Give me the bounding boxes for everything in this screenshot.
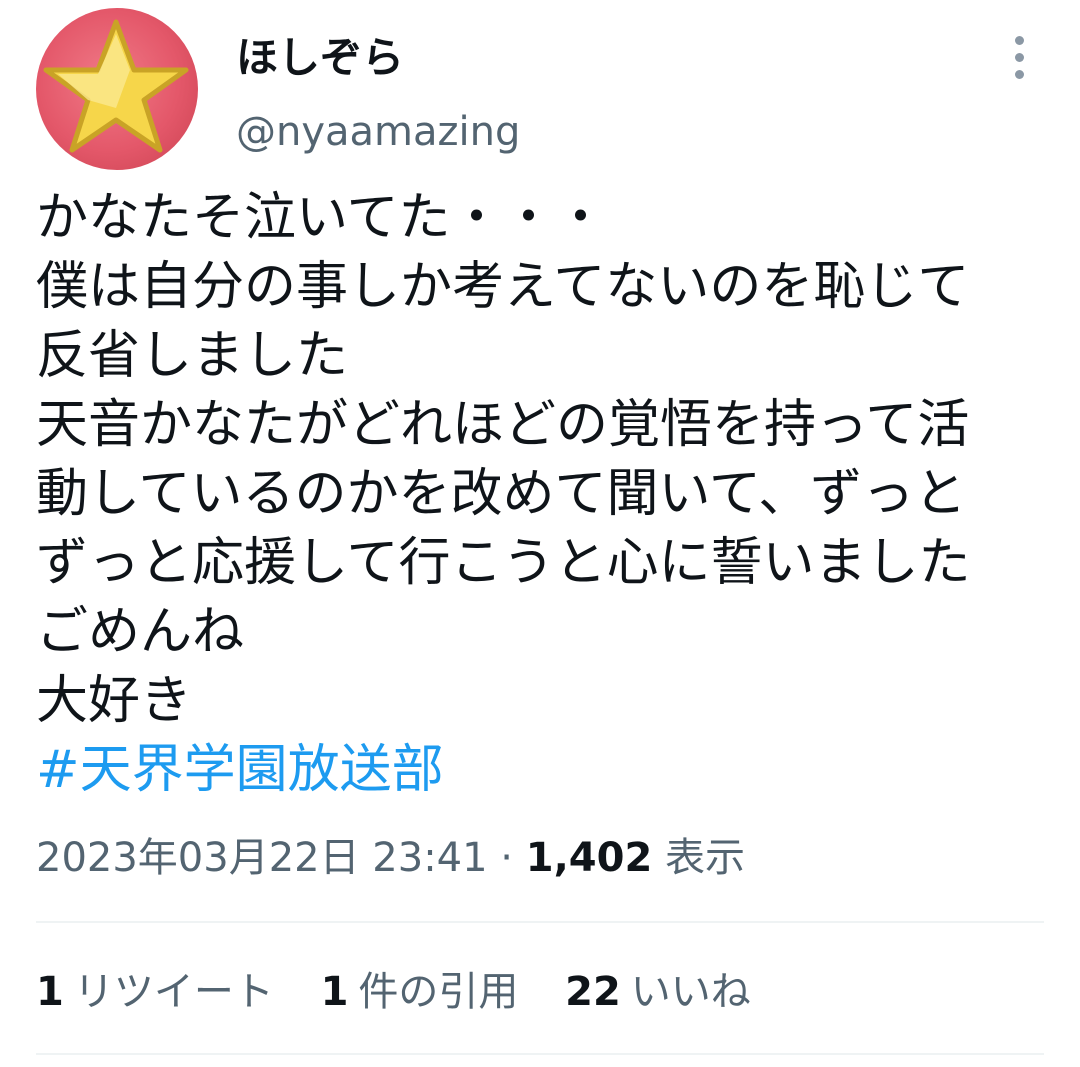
retweets-stat[interactable]: 1 リツイート	[36, 964, 274, 1020]
timestamp-link[interactable]: 2023年03月22日 23:41	[36, 835, 488, 881]
more-vertical-icon[interactable]	[1004, 34, 1036, 82]
author-display-name[interactable]: ほしぞら	[236, 30, 404, 86]
engagement-stats: 1 リツイート 1 件の引用 22 いいね	[36, 964, 785, 1020]
likes-count: 22	[565, 969, 621, 1015]
meta-separator: ·	[487, 835, 526, 881]
tweet-meta: 2023年03月22日 23:41 · 1,402 表示	[36, 830, 745, 886]
tweet-text-line: 僕は自分の事しか考えてないのを恥じて	[36, 257, 970, 317]
author-handle[interactable]: @nyaamazing	[236, 106, 520, 158]
tweet-text: かなたそ泣いてた・・・ 僕は自分の事しか考えてないのを恥じて 反省しました 天音…	[36, 184, 1046, 805]
retweets-count: 1	[36, 969, 64, 1015]
quotes-label: 件の引用	[358, 969, 519, 1015]
divider	[36, 1053, 1044, 1055]
tweet-text-line: 反省しました	[36, 326, 349, 386]
likes-label: いいね	[630, 969, 751, 1015]
tweet-text-line: かなたそ泣いてた・・・	[36, 188, 607, 248]
tweet-text-line: ずっと応援して行こうと心に誓いました	[36, 533, 971, 593]
tweet-text-line: 天音かなたがどれほどの覚悟を持って活	[36, 395, 970, 455]
hashtag-link[interactable]: #天界学園放送部	[36, 736, 1046, 805]
tweet-text-line: 大好き	[36, 671, 193, 731]
likes-stat[interactable]: 22 いいね	[565, 964, 751, 1020]
quotes-count: 1	[320, 969, 349, 1015]
tweet-text-line: 動しているのかを改めて聞いて、ずっと	[36, 464, 967, 524]
divider	[36, 921, 1044, 923]
avatar[interactable]	[36, 8, 198, 170]
quotes-stat[interactable]: 1 件の引用	[321, 964, 519, 1020]
retweets-label: リツイート	[73, 969, 274, 1015]
views-label: 表示	[665, 835, 745, 881]
views-count: 1,402	[525, 835, 653, 881]
tweet-text-line: ごめんね	[36, 602, 245, 662]
star-icon	[43, 19, 189, 153]
